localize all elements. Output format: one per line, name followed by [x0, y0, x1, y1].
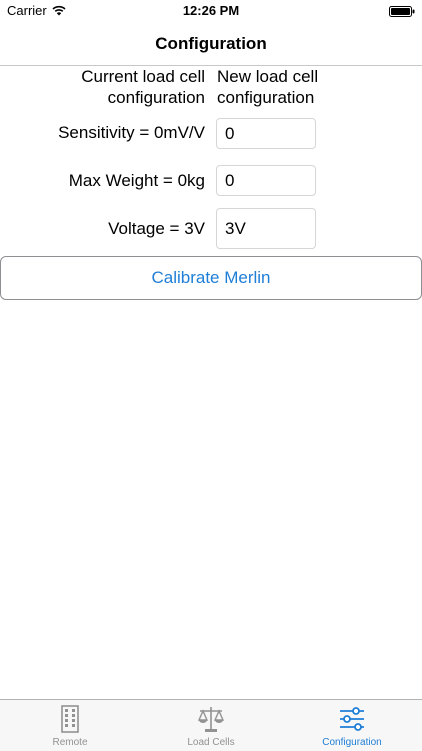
sensitivity-input[interactable]	[216, 118, 316, 149]
calibrate-merlin-button[interactable]: Calibrate Merlin	[0, 256, 422, 300]
tab-bar: Remote Load Cells Configuration	[0, 699, 422, 751]
page-title: Configuration	[155, 34, 267, 53]
sensitivity-label: Sensitivity = 0mV/V	[58, 123, 205, 142]
status-bar: Carrier 12:26 PM	[0, 0, 422, 22]
max-weight-input[interactable]	[216, 165, 316, 196]
current-config-header: Current load cell configuration	[81, 67, 205, 107]
building-icon	[56, 705, 84, 738]
new-config-header: New load cell configuration	[217, 67, 319, 107]
tab-load-cells[interactable]: Load Cells	[141, 700, 281, 751]
voltage-label: Voltage = 3V	[108, 219, 205, 238]
status-time: 12:26 PM	[182, 3, 240, 18]
max-weight-label: Max Weight = 0kg	[68, 171, 205, 190]
tab-load-cells-label: Load Cells	[187, 737, 235, 748]
sliders-icon	[338, 705, 366, 738]
voltage-input[interactable]	[216, 208, 316, 249]
tab-configuration-label: Configuration	[322, 737, 382, 748]
battery-icon	[389, 5, 415, 20]
navigation-bar: Configuration	[0, 22, 422, 66]
tab-remote[interactable]: Remote	[0, 700, 140, 751]
scale-icon	[197, 705, 225, 738]
tab-remote-label: Remote	[52, 737, 88, 748]
tab-configuration[interactable]: Configuration	[282, 700, 422, 751]
